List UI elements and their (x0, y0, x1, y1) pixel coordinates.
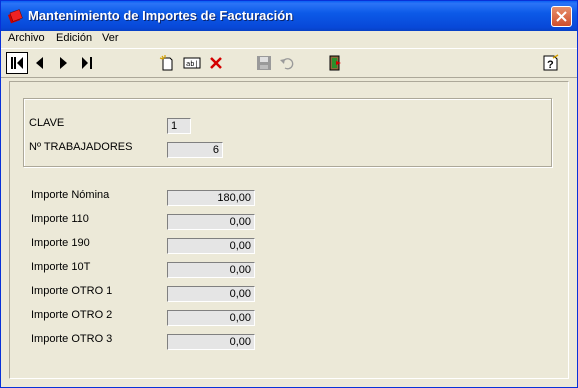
main-window: Mantenimiento de Importes de Facturación… (0, 0, 578, 388)
edit-record-icon: ab| (183, 57, 201, 69)
app-icon (7, 8, 23, 24)
save-icon (257, 56, 271, 70)
svg-text:?: ? (547, 59, 554, 71)
save-button[interactable] (253, 52, 275, 74)
first-record-icon (11, 57, 23, 69)
edit-record-button[interactable]: ab| (181, 52, 203, 74)
importe-label: Importe OTRO 3 (31, 333, 113, 345)
new-record-icon (159, 55, 173, 71)
importe-label: Importe 110 (31, 213, 89, 225)
last-record-icon (82, 57, 92, 69)
menu-ver[interactable]: Ver (102, 32, 119, 44)
importe-otro3-field[interactable]: 0,00 (167, 334, 255, 350)
importe-otro1-field[interactable]: 0,00 (167, 286, 255, 302)
help-button[interactable]: ? (540, 52, 562, 74)
trabajadores-field[interactable]: 6 (167, 142, 223, 158)
next-record-button[interactable] (52, 52, 74, 74)
menu-edicion[interactable]: Edición (56, 32, 92, 44)
importe-190-field[interactable]: 0,00 (167, 238, 255, 254)
clave-field[interactable]: 1 (167, 118, 191, 134)
importe-label: Importe 10T (31, 261, 91, 273)
importe-label: Importe OTRO 2 (31, 309, 113, 321)
importe-label: Importe Nómina (31, 189, 110, 201)
importe-label: Importe 190 (31, 237, 90, 249)
delete-icon (210, 57, 222, 69)
importe-otro2-field[interactable]: 0,00 (167, 310, 255, 326)
exit-button[interactable] (324, 52, 346, 74)
importe-nomina-field[interactable]: 180,00 (167, 190, 255, 206)
close-icon (556, 11, 567, 22)
header-group (23, 98, 552, 167)
new-record-button[interactable] (156, 52, 178, 74)
menu-archivo[interactable]: Archivo (8, 32, 45, 44)
undo-icon (280, 58, 294, 70)
trabajadores-label: Nº TRABAJADORES (29, 141, 133, 153)
importe-110-field[interactable]: 0,00 (167, 214, 255, 230)
window-title: Mantenimiento de Importes de Facturación (28, 8, 294, 23)
next-record-icon (60, 57, 67, 69)
menu-bar: Archivo Edición Ver (1, 31, 577, 48)
close-button[interactable] (551, 6, 572, 27)
delete-record-button[interactable] (205, 52, 227, 74)
form-panel: CLAVE 1 Nº TRABAJADORES 6 Importe Nómina… (9, 81, 569, 379)
importe-label: Importe OTRO 1 (31, 285, 113, 297)
svg-text:ab|: ab| (186, 60, 199, 68)
toolbar: ab| ? (1, 48, 577, 78)
previous-record-icon (36, 57, 43, 69)
first-record-button[interactable] (6, 52, 28, 74)
exit-door-icon (329, 55, 341, 71)
previous-record-button[interactable] (29, 52, 51, 74)
help-icon: ? (543, 54, 559, 71)
clave-label: CLAVE (29, 117, 65, 129)
title-bar[interactable]: Mantenimiento de Importes de Facturación (1, 1, 577, 31)
importe-10t-field[interactable]: 0,00 (167, 262, 255, 278)
last-record-button[interactable] (76, 52, 98, 74)
undo-button[interactable] (276, 52, 298, 74)
